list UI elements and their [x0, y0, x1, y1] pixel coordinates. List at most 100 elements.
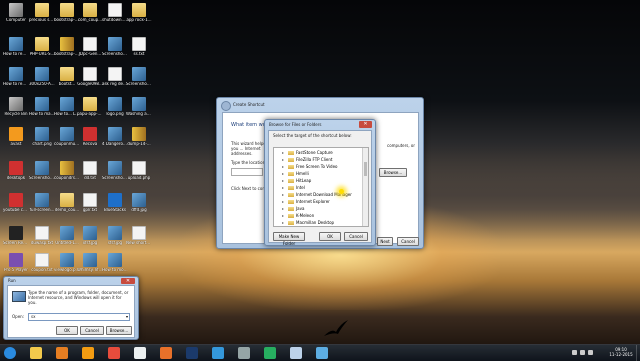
taskbar-paint-icon[interactable]: [238, 347, 250, 359]
run-browse-button[interactable]: Browse...: [106, 326, 132, 335]
expand-arrow-icon[interactable]: ▸: [282, 164, 284, 170]
chevron-down-icon[interactable]: ▾: [126, 314, 128, 320]
taskbar-start-orb-icon[interactable]: [4, 347, 16, 359]
desktop-icon[interactable]: New shortcut: [126, 226, 152, 246]
folder-tree-item[interactable]: ▸ HitLeap: [282, 178, 311, 184]
desktop-icon[interactable]: Computer: [3, 3, 29, 23]
desktop-icon[interactable]: PHP-URL-S...: [29, 37, 55, 57]
desktop-icon[interactable]: dffd.jpg: [126, 193, 152, 213]
desktop-icon[interactable]: Google098...: [77, 67, 103, 87]
desktop-icon[interactable]: youtube custo...: [3, 193, 29, 213]
folder-tree[interactable]: ▸ FastStone Capture ▸ FileZilla FTP Client ▸…: [273, 147, 369, 227]
run-open-combobox[interactable]: sx ▾: [28, 313, 130, 321]
folder-tree-item[interactable]: ▸ FastStone Capture: [282, 150, 333, 156]
run-close-button[interactable]: ✕: [121, 278, 135, 284]
desktop-icon[interactable]: logo.png: [102, 97, 128, 117]
folder-tree-item[interactable]: ▸ Hmelli: [282, 171, 309, 177]
desktop-icon[interactable]: papu-app-a...: [77, 97, 103, 117]
taskbar-screen-capture-icon[interactable]: [264, 347, 276, 359]
expand-arrow-icon[interactable]: ▸: [282, 150, 284, 156]
show-desktop-button[interactable]: [636, 345, 640, 361]
tray-network-icon[interactable]: [572, 350, 577, 355]
desktop-icon[interactable]: avast: [3, 127, 29, 147]
desktop-icon[interactable]: 4 Dangerous computer...: [102, 127, 128, 147]
desktop-icon[interactable]: dd.txt: [77, 161, 103, 181]
desktop-icon[interactable]: ask reg details.txt: [102, 67, 128, 87]
tree-scrollbar[interactable]: [362, 148, 368, 226]
desktop-icon[interactable]: Pro 5 Player: [3, 253, 29, 273]
folder-tree-item[interactable]: ▸ Java: [282, 206, 304, 212]
desktop-icon[interactable]: Screenshot...: [102, 37, 128, 57]
taskbar-ie-window-icon[interactable]: [316, 347, 328, 359]
desktop-icon[interactable]: precious sk...: [29, 3, 55, 23]
expand-arrow-icon[interactable]: ▸: [282, 199, 284, 205]
desktop-icon[interactable]: xfsf.jpg: [77, 226, 103, 246]
expand-arrow-icon[interactable]: ▸: [282, 157, 284, 163]
desktop-icon[interactable]: app rock-1...: [126, 3, 152, 23]
folder-tree-item[interactable]: ▸ Free Screen To Video: [282, 164, 337, 170]
desktop-icon[interactable]: duwasp.txt: [29, 226, 55, 246]
desktop-icon[interactable]: Screenshot...: [29, 161, 55, 181]
taskbar-run-window-icon[interactable]: [290, 347, 302, 359]
taskbar-notepad-icon[interactable]: [134, 347, 146, 359]
taskbar-media-icon[interactable]: [56, 347, 68, 359]
desktop-icon[interactable]: How to remove my...: [3, 67, 29, 87]
desktop-icon[interactable]: Whimsy. life...: [77, 253, 103, 273]
desktop-icon[interactable]: full-screen...: [29, 193, 55, 213]
folder-tree-item[interactable]: ▸ FileZilla FTP Client: [282, 157, 332, 163]
clock[interactable]: 09:10 11-12-2015: [607, 347, 635, 357]
wizard-browse-button[interactable]: Browse...: [379, 168, 407, 177]
desktop-icon[interactable]: upload.php: [126, 161, 152, 181]
desktop-icon[interactable]: JDpc-Gen...: [77, 37, 103, 57]
expand-arrow-icon[interactable]: ▸: [282, 185, 284, 191]
desktop-icon[interactable]: Recova: [77, 127, 103, 147]
desktop-icon[interactable]: BlueStacks: [102, 193, 128, 213]
browse-cancel-button[interactable]: Cancel: [344, 232, 368, 241]
desktop-icon[interactable]: com_coup...: [77, 3, 103, 23]
desktop-icon[interactable]: desktopk: [3, 161, 29, 181]
run-cancel-button[interactable]: Cancel: [80, 326, 104, 335]
taskbar-vlc-icon[interactable]: [82, 347, 94, 359]
desktop-icon[interactable]: 300x250-Ad-Exam...: [29, 67, 55, 87]
taskbar-chrome-icon[interactable]: [108, 347, 120, 359]
desktop-icon[interactable]: Screenshot... keyword.def: [102, 161, 128, 181]
desktop-icon[interactable]: Screen Recorder: [3, 226, 29, 246]
folder-tree-item[interactable]: ▸ Internet Explorer: [282, 199, 330, 205]
desktop-icon[interactable]: gplr.txt: [77, 193, 103, 213]
browse-close-button[interactable]: ✕: [359, 121, 372, 128]
desktop-icon[interactable]: coupon.txt: [29, 253, 55, 273]
desktop-icon[interactable]: chart.png: [29, 127, 55, 147]
wizard-location-input[interactable]: [231, 168, 263, 176]
expand-arrow-icon[interactable]: ▸: [282, 213, 284, 219]
folder-tree-item[interactable]: ▸ Intel: [282, 185, 305, 191]
tray-volume-icon[interactable]: [580, 350, 585, 355]
wizard-next-button[interactable]: Next: [377, 237, 393, 246]
desktop-icon[interactable]: How to move...: [102, 253, 128, 273]
expand-arrow-icon[interactable]: ▸: [282, 220, 284, 226]
taskbar-firefox-icon[interactable]: [160, 347, 172, 359]
expand-arrow-icon[interactable]: ▸: [282, 171, 284, 177]
taskbar-explorer-icon[interactable]: [30, 347, 42, 359]
taskbar-photoshop-icon[interactable]: [186, 347, 198, 359]
expand-arrow-icon[interactable]: ▸: [282, 178, 284, 184]
expand-arrow-icon[interactable]: ▸: [282, 192, 284, 198]
desktop-icon[interactable]: Screenshot...: [126, 67, 152, 87]
browse-ok-button[interactable]: OK: [319, 232, 341, 241]
wizard-back-button[interactable]: [221, 101, 231, 111]
taskbar-chrome-alt-icon[interactable]: [212, 347, 224, 359]
tray-flag-icon[interactable]: [588, 350, 593, 355]
desktop-icon[interactable]: dump-14-...: [126, 127, 152, 147]
desktop-icon[interactable]: ss.txt: [126, 37, 152, 57]
desktop-icon[interactable]: How to remove my...: [3, 37, 29, 57]
desktop-icon[interactable]: Washing auto wide...: [126, 97, 152, 117]
folder-tree-item[interactable]: ▸ K-Meleon: [282, 213, 314, 219]
run-ok-button[interactable]: OK: [56, 326, 78, 335]
make-new-folder-button[interactable]: Make New Folder: [273, 232, 305, 246]
desktop-icon[interactable]: sfsf.jpg: [102, 226, 128, 246]
desktop-icon[interactable]: Recycle Bin: [3, 97, 29, 117]
expand-arrow-icon[interactable]: ▸: [282, 206, 284, 212]
wizard-cancel-button[interactable]: Cancel: [397, 237, 419, 246]
tree-scroll-thumb[interactable]: [364, 162, 367, 176]
desktop-icon[interactable]: shutdown.vbs: [102, 3, 128, 23]
desktop-icon[interactable]: How to make good mark...: [29, 97, 55, 117]
